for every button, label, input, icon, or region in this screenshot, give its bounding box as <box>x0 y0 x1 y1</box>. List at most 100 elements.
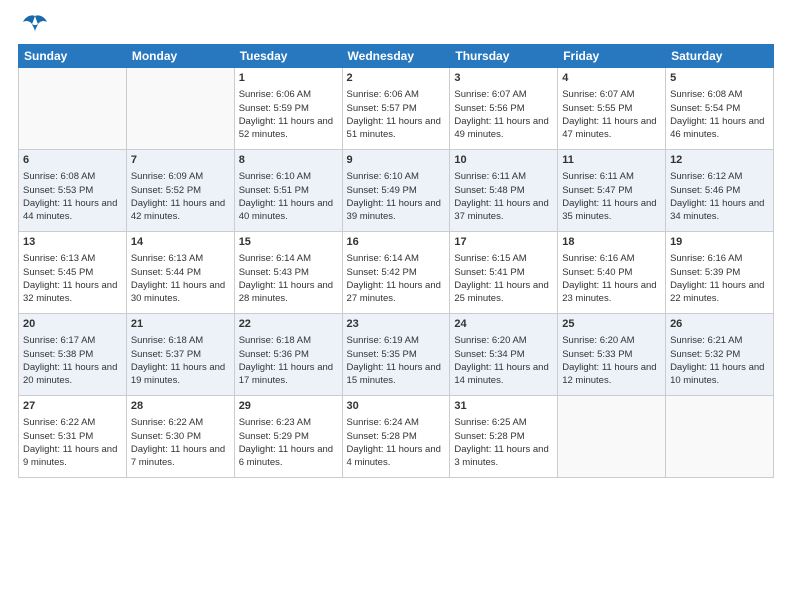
calendar-cell: 12Sunrise: 6:12 AMSunset: 5:46 PMDayligh… <box>666 150 774 232</box>
daylight-hours: Daylight: 11 hours and 14 minutes. <box>454 362 548 386</box>
sunrise: Sunrise: 6:08 AM <box>670 89 742 100</box>
sunset: Sunset: 5:28 PM <box>347 431 417 442</box>
sunset: Sunset: 5:31 PM <box>23 431 93 442</box>
calendar-cell: 2Sunrise: 6:06 AMSunset: 5:57 PMDaylight… <box>342 68 450 150</box>
calendar-cell: 22Sunrise: 6:18 AMSunset: 5:36 PMDayligh… <box>234 314 342 396</box>
calendar-cell: 30Sunrise: 6:24 AMSunset: 5:28 PMDayligh… <box>342 396 450 478</box>
day-number: 27 <box>23 399 122 414</box>
weekday-header-wednesday: Wednesday <box>342 45 450 68</box>
sunrise: Sunrise: 6:06 AM <box>239 89 311 100</box>
weekday-header-monday: Monday <box>126 45 234 68</box>
sunrise: Sunrise: 6:11 AM <box>454 171 526 182</box>
sunset: Sunset: 5:40 PM <box>562 267 632 278</box>
sunrise: Sunrise: 6:19 AM <box>347 335 419 346</box>
calendar-cell: 9 Sunrise: 6:10 AM Sunset: 5:49 PM Daylight… <box>342 150 450 232</box>
calendar-cell: 11Sunrise: 6:11 AMSunset: 5:47 PMDayligh… <box>558 150 666 232</box>
daylight-hours: Daylight: 11 hours and 34 minutes. <box>670 198 764 222</box>
sunrise: Sunrise: 6:12 AM <box>670 171 742 182</box>
sunrise: Sunrise: 6:17 AM <box>23 335 95 346</box>
day-number: 31 <box>454 399 553 414</box>
calendar-cell: 16Sunrise: 6:14 AMSunset: 5:42 PMDayligh… <box>342 232 450 314</box>
logo <box>18 18 49 36</box>
day-number: 18 <box>562 235 661 250</box>
calendar-cell: 21Sunrise: 6:18 AMSunset: 5:37 PMDayligh… <box>126 314 234 396</box>
sunrise: Sunrise: 6:23 AM <box>239 417 311 428</box>
sunset: Sunset: 5:52 PM <box>131 185 201 196</box>
daylight-hours: Daylight: 11 hours and 4 minutes. <box>347 444 441 468</box>
sunrise: Sunrise: 6:14 AM <box>347 253 419 264</box>
daylight-hours: Daylight: 11 hours and 27 minutes. <box>347 280 441 304</box>
sunset: Sunset: 5:43 PM <box>239 267 309 278</box>
daylight-hours: Daylight: 11 hours and 12 minutes. <box>562 362 656 386</box>
day-number: 5 <box>670 71 769 86</box>
sunset: Sunset: 5:35 PM <box>347 349 417 360</box>
sunrise: Sunrise: 6:18 AM <box>131 335 203 346</box>
daylight-hours: Daylight: 11 hours and 42 minutes. <box>131 198 225 222</box>
sunset: Sunset: 5:59 PM <box>239 103 309 114</box>
day-number: 13 <box>23 235 122 250</box>
daylight-hours: Daylight: 11 hours and 6 minutes. <box>239 444 333 468</box>
calendar-cell: 24Sunrise: 6:20 AMSunset: 5:34 PMDayligh… <box>450 314 558 396</box>
sunset: Sunset: 5:51 PM <box>239 185 309 196</box>
sunrise: Sunrise: 6:16 AM <box>562 253 634 264</box>
sunrise: Sunrise: 6:07 AM <box>562 89 634 100</box>
daylight-hours: Daylight: 11 hours and 46 minutes. <box>670 116 764 140</box>
calendar-cell: 8Sunrise: 6:10 AMSunset: 5:51 PMDaylight… <box>234 150 342 232</box>
sunset: Sunset: 5:38 PM <box>23 349 93 360</box>
sunset: Sunset: 5:49 PM <box>347 185 417 196</box>
day-number: 15 <box>239 235 338 250</box>
weekday-header-row: SundayMondayTuesdayWednesdayThursdayFrid… <box>19 45 774 68</box>
sunrise: Sunrise: 6:14 AM <box>239 253 311 264</box>
weekday-header-sunday: Sunday <box>19 45 127 68</box>
day-number: 1 <box>239 71 338 86</box>
sunset: Sunset: 5:54 PM <box>670 103 740 114</box>
day-number: 3 <box>454 71 553 86</box>
sunset: Sunset: 5:33 PM <box>562 349 632 360</box>
calendar-cell <box>666 396 774 478</box>
daylight-hours: Daylight: 11 hours and 3 minutes. <box>454 444 548 468</box>
sunset: Sunset: 5:57 PM <box>347 103 417 114</box>
calendar-cell <box>19 68 127 150</box>
day-number: 12 <box>670 153 769 168</box>
day-number: 9 <box>347 153 446 168</box>
calendar-cell: 29Sunrise: 6:23 AMSunset: 5:29 PMDayligh… <box>234 396 342 478</box>
calendar-table: SundayMondayTuesdayWednesdayThursdayFrid… <box>18 44 774 478</box>
day-number: 8 <box>239 153 338 168</box>
sunrise: Sunrise: 6:09 AM <box>131 171 203 182</box>
day-number: 7 <box>131 153 230 168</box>
daylight-hours: Daylight: 11 hours and 7 minutes. <box>131 444 225 468</box>
sunset: Sunset: 5:34 PM <box>454 349 524 360</box>
daylight-hours: Daylight: 11 hours and 52 minutes. <box>239 116 333 140</box>
sunrise: Sunrise: 6:10 AM <box>347 171 419 182</box>
sunrise: Sunrise: 6:18 AM <box>239 335 311 346</box>
calendar-week-row: 20Sunrise: 6:17 AMSunset: 5:38 PMDayligh… <box>19 314 774 396</box>
day-number: 28 <box>131 399 230 414</box>
calendar-cell: 3Sunrise: 6:07 AMSunset: 5:56 PMDaylight… <box>450 68 558 150</box>
sunrise: Sunrise: 6:13 AM <box>131 253 203 264</box>
calendar-cell: 14Sunrise: 6:13 AMSunset: 5:44 PMDayligh… <box>126 232 234 314</box>
day-number: 17 <box>454 235 553 250</box>
daylight-hours: Daylight: 11 hours and 35 minutes. <box>562 198 656 222</box>
daylight-hours: Daylight: 11 hours and 17 minutes. <box>239 362 333 386</box>
daylight-hours: Daylight: 11 hours and 30 minutes. <box>131 280 225 304</box>
calendar-cell: 31Sunrise: 6:25 AMSunset: 5:28 PMDayligh… <box>450 396 558 478</box>
calendar-week-row: 27 Sunrise: 6:22 AM Sunset: 5:31 PM Dayligh… <box>19 396 774 478</box>
calendar-cell: 19Sunrise: 6:16 AMSunset: 5:39 PMDayligh… <box>666 232 774 314</box>
calendar-cell: 7 Sunrise: 6:09 AM Sunset: 5:52 PM Daylight… <box>126 150 234 232</box>
day-number: 16 <box>347 235 446 250</box>
daylight-hours: Daylight: 11 hours and 10 minutes. <box>670 362 764 386</box>
daylight-hours: Daylight: 11 hours and 39 minutes. <box>347 198 441 222</box>
calendar-week-row: 6Sunrise: 6:08 AMSunset: 5:53 PMDaylight… <box>19 150 774 232</box>
daylight-hours: Daylight: 11 hours and 25 minutes. <box>454 280 548 304</box>
calendar-cell: 18Sunrise: 6:16 AMSunset: 5:40 PMDayligh… <box>558 232 666 314</box>
sunrise: Sunrise: 6:22 AM <box>131 417 203 428</box>
calendar-cell: 10Sunrise: 6:11 AMSunset: 5:48 PMDayligh… <box>450 150 558 232</box>
calendar-cell: 13Sunrise: 6:13 AMSunset: 5:45 PMDayligh… <box>19 232 127 314</box>
sunset: Sunset: 5:39 PM <box>670 267 740 278</box>
calendar-cell <box>126 68 234 150</box>
sunrise: Sunrise: 6:06 AM <box>347 89 419 100</box>
weekday-header-thursday: Thursday <box>450 45 558 68</box>
daylight-hours: Daylight: 11 hours and 32 minutes. <box>23 280 117 304</box>
sunset: Sunset: 5:36 PM <box>239 349 309 360</box>
day-number: 10 <box>454 153 553 168</box>
